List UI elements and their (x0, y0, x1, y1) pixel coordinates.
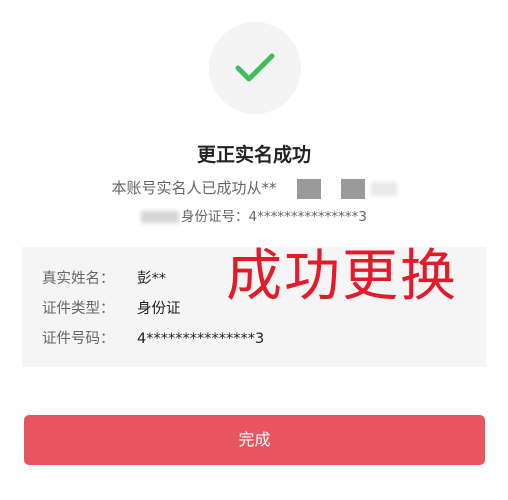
page-title: 更正实名成功 (196, 144, 311, 166)
doc-number-value: 4***************3 (137, 331, 265, 347)
id-number-text: 身份证号：4***************3 (181, 209, 367, 225)
success-overlay-text: 成功更换 (226, 244, 458, 309)
blurred-text (370, 181, 397, 196)
name-label: 真实姓名： (42, 271, 115, 287)
detail-row-doc-number: 证件号码： 4***************3 (42, 327, 264, 348)
checkmark-icon (235, 53, 275, 82)
doc-number-label: 证件号码： (42, 331, 115, 347)
name-value: 彭** (137, 271, 166, 287)
doc-type-label: 证件类型： (42, 301, 115, 317)
detail-row-name: 真实姓名： 彭** (42, 267, 166, 288)
detail-row-doc-type: 证件类型： 身份证 (42, 297, 181, 318)
result-description: 本账号实名人已成功从** (0, 177, 508, 199)
masked-name-block (340, 178, 365, 199)
done-button[interactable]: 完成 (24, 415, 485, 465)
doc-type-value: 身份证 (137, 301, 181, 317)
result-description-text: 本账号实名人已成功从** (111, 179, 277, 197)
blurred-text (141, 211, 180, 223)
masked-name-block (296, 178, 321, 199)
id-number-line: 身份证号：4***************3 (0, 205, 508, 225)
success-check-icon (209, 22, 301, 114)
